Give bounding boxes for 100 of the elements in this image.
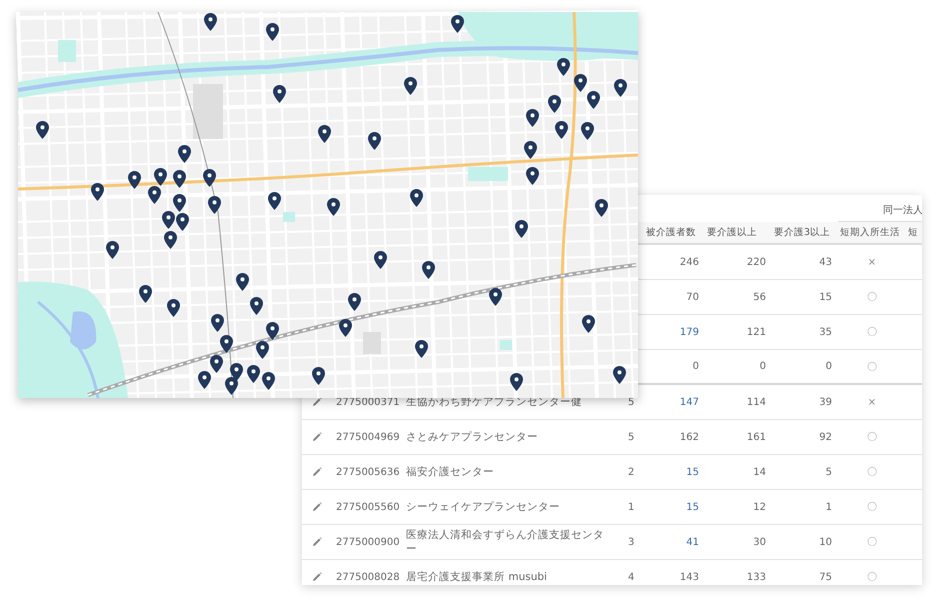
map-pin-icon[interactable]: [178, 145, 191, 163]
map-pin-icon[interactable]: [148, 186, 161, 204]
care-recipients-cell[interactable]: 147: [644, 396, 705, 408]
map-pin-icon[interactable]: [236, 273, 249, 291]
care-level-3-cell-text: 1: [824, 502, 833, 512]
map-pin-icon[interactable]: [327, 198, 340, 216]
map-pin-icon[interactable]: [404, 77, 417, 95]
map-pin-icon[interactable]: [339, 319, 352, 337]
short-stay-mark: 〇: [866, 291, 878, 304]
care-recipients-cell[interactable]: 179: [644, 326, 705, 338]
map-pin-icon[interactable]: [515, 220, 528, 238]
map-pin-icon[interactable]: [198, 371, 211, 389]
care-level-3-cell-text: 5: [824, 466, 833, 478]
pencil-icon[interactable]: [312, 397, 322, 407]
map-pin-icon[interactable]: [318, 125, 331, 143]
map-pin-icon[interactable]: [164, 231, 177, 249]
care-recipients-cell-text: 70: [685, 292, 700, 302]
map-pin-icon[interactable]: [595, 199, 608, 217]
map-pin-icon[interactable]: [204, 13, 217, 31]
map-pin-icon[interactable]: [176, 213, 189, 231]
map-pin-icon[interactable]: [526, 109, 539, 127]
pencil-icon[interactable]: [312, 537, 322, 547]
care-recipients-cell-text: 0: [692, 361, 700, 372]
map-pin-icon[interactable]: [526, 167, 539, 185]
map-pin-icon[interactable]: [415, 340, 428, 358]
care-recipients-cell[interactable]: 15: [644, 502, 705, 512]
map-pin-icon[interactable]: [173, 194, 186, 212]
map-pin-icon[interactable]: [230, 363, 243, 381]
short-stay-mark: 〇: [866, 536, 878, 549]
map-pin-icon[interactable]: [262, 372, 275, 390]
care-level-cell-text: 0: [758, 361, 767, 372]
map-pin-icon[interactable]: [167, 299, 180, 317]
map-pin-icon[interactable]: [422, 261, 435, 279]
map-pin-icon[interactable]: [510, 373, 523, 391]
short-stay-mark: 〇: [866, 431, 878, 444]
map-pin-icon[interactable]: [247, 365, 260, 383]
pencil-icon[interactable]: [312, 502, 322, 512]
column-header[interactable]: 短: [906, 226, 922, 239]
map-pin-icon[interactable]: [548, 95, 561, 113]
map-pin-icon[interactable]: [581, 122, 594, 140]
care-recipients-cell-text: 246: [678, 256, 700, 268]
short-stay-mark: 〇: [866, 466, 878, 479]
id-cell-text: 2775004969: [336, 432, 401, 442]
map-pin-icon[interactable]: [582, 315, 595, 333]
care-recipients-cell[interactable]: 41: [644, 536, 705, 548]
map-pin-icon[interactable]: [312, 367, 325, 385]
map-pin-icon[interactable]: [128, 171, 141, 189]
map-pin-icon[interactable]: [266, 23, 279, 41]
short-stay-mark: 〇: [866, 571, 878, 584]
map-pin-icon[interactable]: [211, 314, 224, 332]
map-pin-icon[interactable]: [173, 170, 186, 188]
care-recipients-cell-text: 143: [678, 572, 700, 582]
park-area: [500, 340, 512, 350]
map-pin-icon[interactable]: [208, 196, 221, 214]
map-pin-icon[interactable]: [268, 192, 281, 210]
map-pin-icon[interactable]: [613, 366, 626, 384]
care-level-3-cell-text: 15: [818, 292, 833, 302]
map-pin-icon[interactable]: [489, 288, 502, 306]
map-pin-icon[interactable]: [266, 322, 279, 340]
map-pin-icon[interactable]: [273, 85, 286, 103]
map-pin-icon[interactable]: [162, 211, 175, 229]
column-header[interactable]: 短期入所生活: [838, 226, 906, 239]
map-pin-icon[interactable]: [587, 91, 600, 109]
map-pin-icon[interactable]: [91, 183, 104, 201]
care-level-3-cell-text: 43: [818, 256, 833, 268]
care-level-cell-text: 30: [752, 536, 767, 548]
map-pin-icon[interactable]: [106, 241, 119, 259]
map-pin-icon[interactable]: [410, 189, 423, 207]
map-pin-icon[interactable]: [36, 121, 49, 139]
map-pin-icon[interactable]: [210, 355, 223, 373]
map-pin-icon[interactable]: [348, 293, 361, 311]
map-pin-icon[interactable]: [555, 121, 568, 139]
map-pin-icon[interactable]: [368, 132, 381, 150]
map-pin-icon[interactable]: [557, 58, 570, 76]
column-header[interactable]: 被介護者数: [644, 226, 705, 239]
map-pin-icon[interactable]: [225, 377, 238, 395]
care-level-cell-text: 121: [746, 326, 767, 338]
short-stay-mark: ×: [866, 256, 878, 268]
pencil-icon[interactable]: [312, 467, 322, 477]
id-cell-text: 2775000371: [336, 396, 401, 408]
park-area: [468, 167, 508, 181]
count-cell-text: 3: [628, 536, 636, 548]
map-pin-icon[interactable]: [220, 335, 233, 353]
map-pin-icon[interactable]: [256, 341, 269, 359]
map-pin-icon[interactable]: [250, 297, 263, 315]
care-recipients-cell[interactable]: 15: [644, 466, 705, 478]
map-pin-icon[interactable]: [614, 79, 627, 97]
care-level-3-cell-text: 10: [818, 536, 833, 548]
map-pin-icon[interactable]: [154, 168, 167, 186]
map-pin-icon[interactable]: [139, 285, 152, 303]
map-pin-icon[interactable]: [374, 251, 387, 269]
pencil-icon[interactable]: [312, 572, 322, 582]
map-pin-icon[interactable]: [574, 74, 587, 92]
map-pin-icon[interactable]: [203, 169, 216, 187]
care-level-3-cell-text: 39: [818, 396, 833, 408]
map-pin-icon[interactable]: [524, 141, 537, 159]
column-header[interactable]: 要介護以上: [705, 226, 772, 239]
pencil-icon[interactable]: [312, 432, 322, 442]
map-pin-icon[interactable]: [451, 15, 464, 33]
column-header[interactable]: 要介護3以上: [772, 226, 838, 239]
